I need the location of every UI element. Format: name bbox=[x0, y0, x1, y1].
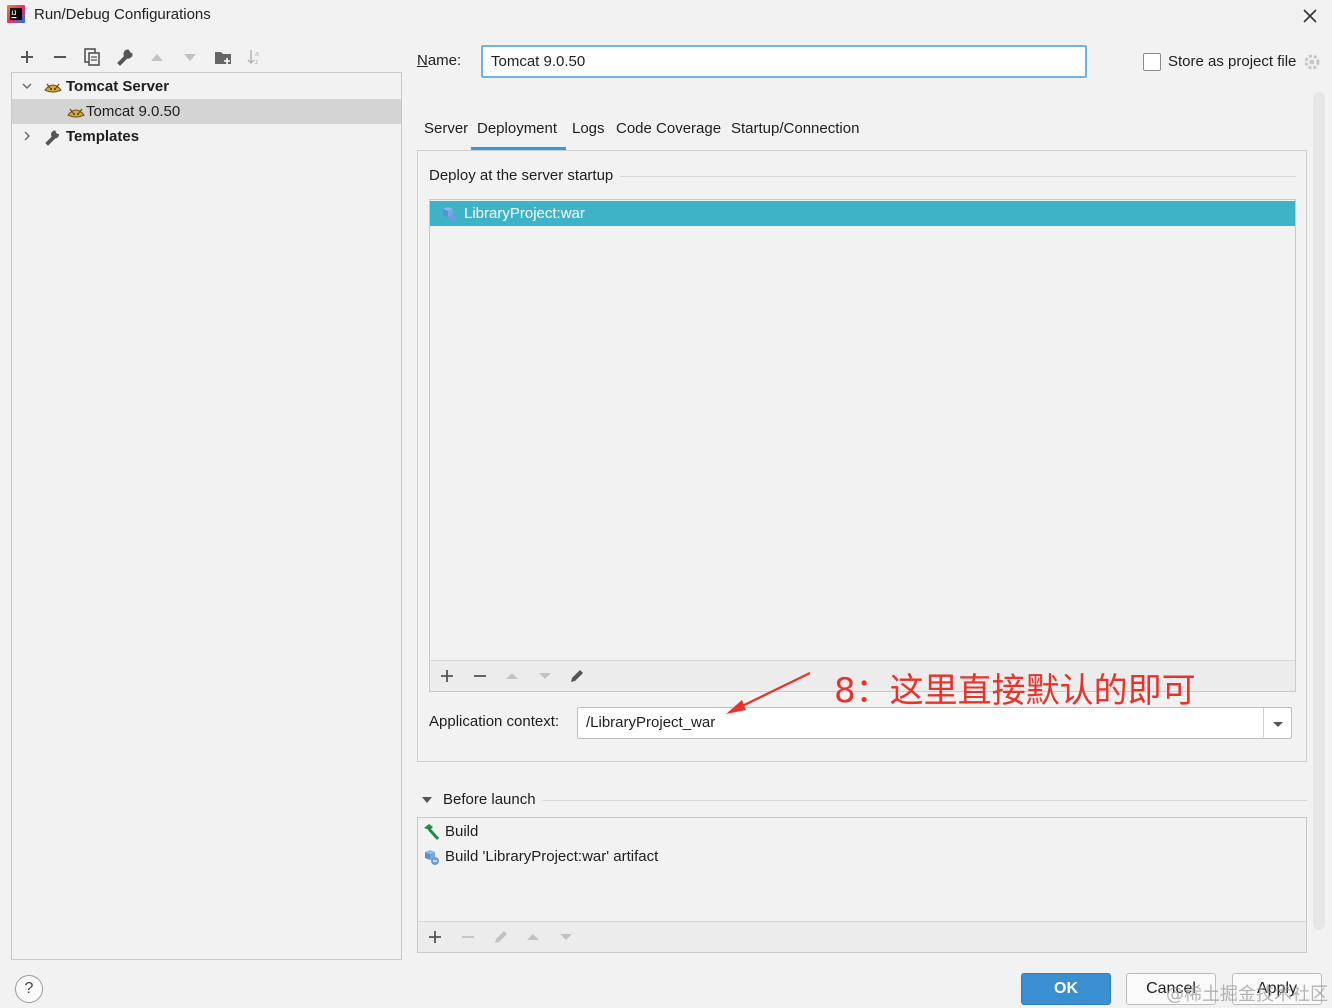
tab-startup-connection[interactable]: Startup/Connection bbox=[731, 120, 859, 137]
move-down-icon[interactable] bbox=[536, 667, 554, 685]
move-up-icon[interactable] bbox=[503, 667, 521, 685]
window-title: Run/Debug Configurations bbox=[34, 6, 211, 23]
deploy-artifact-label: LibraryProject:war bbox=[464, 205, 585, 222]
chevron-down-icon[interactable] bbox=[1270, 716, 1286, 732]
application-context-value: /LibraryProject_war bbox=[586, 714, 716, 731]
add-icon[interactable] bbox=[16, 46, 38, 68]
triangle-down-icon[interactable] bbox=[420, 793, 434, 807]
config-tree: Tomcat Server Tomcat 9.0.50 Templates bbox=[11, 72, 402, 960]
chevron-right-icon[interactable] bbox=[20, 129, 34, 147]
copy-icon[interactable] bbox=[81, 46, 103, 68]
chevron-down-icon[interactable] bbox=[20, 79, 34, 97]
before-launch-toolbar bbox=[417, 921, 1307, 953]
tab-logs[interactable]: Logs bbox=[572, 120, 605, 137]
separator bbox=[1263, 708, 1264, 738]
watermark: @稀土掘金技术社区 bbox=[1166, 984, 1328, 1005]
tab-code-coverage[interactable]: Code Coverage bbox=[616, 120, 721, 137]
remove-icon[interactable] bbox=[49, 46, 71, 68]
title-bar: IJ Run/Debug Configurations bbox=[0, 0, 1332, 32]
name-label: Name: bbox=[417, 52, 462, 69]
before-launch-item-label: Build bbox=[445, 823, 479, 840]
wrench-icon bbox=[43, 128, 61, 150]
close-icon[interactable] bbox=[1298, 4, 1322, 28]
store-as-project-file-checkbox[interactable] bbox=[1143, 53, 1161, 71]
tree-item-label: Tomcat 9.0.50 bbox=[86, 103, 181, 120]
tree-item-tomcat-server[interactable]: Tomcat Server bbox=[12, 74, 401, 99]
application-context-label: Application context: bbox=[429, 713, 560, 730]
edit-pencil-icon[interactable] bbox=[568, 667, 586, 685]
tab-server[interactable]: Server bbox=[424, 120, 468, 137]
sort-icon[interactable]: az bbox=[244, 46, 266, 68]
name-input[interactable] bbox=[481, 45, 1087, 78]
move-up-icon[interactable] bbox=[146, 46, 168, 68]
help-button[interactable]: ? bbox=[15, 975, 43, 1003]
tomcat-icon bbox=[66, 103, 86, 125]
tomcat-icon bbox=[43, 78, 63, 100]
before-launch-item-label: Build 'LibraryProject:war' artifact bbox=[445, 848, 659, 865]
deploy-artifact-list[interactable] bbox=[429, 199, 1296, 661]
name-label-rest: ame: bbox=[427, 52, 462, 69]
vertical-scrollbar[interactable] bbox=[1313, 92, 1325, 930]
tree-item-label: Tomcat Server bbox=[66, 78, 170, 95]
before-launch-item[interactable]: Build bbox=[418, 819, 1306, 844]
new-folder-icon[interactable] bbox=[212, 46, 234, 68]
annotation-arrow-icon bbox=[720, 670, 815, 718]
tree-item-templates[interactable]: Templates bbox=[12, 124, 401, 149]
before-launch-item[interactable]: Build 'LibraryProject:war' artifact bbox=[418, 844, 1306, 869]
remove-icon[interactable] bbox=[471, 667, 489, 685]
hammer-icon bbox=[421, 822, 441, 846]
before-launch-label[interactable]: Before launch bbox=[443, 791, 536, 808]
svg-text:z: z bbox=[255, 59, 259, 66]
separator bbox=[620, 176, 1296, 177]
move-down-icon[interactable] bbox=[179, 46, 201, 68]
move-up-icon[interactable] bbox=[524, 928, 542, 946]
store-as-project-file-label[interactable]: Store as project file bbox=[1168, 53, 1296, 70]
deploy-artifact-item[interactable]: LibraryProject:war bbox=[430, 201, 1295, 226]
wrench-icon[interactable] bbox=[114, 46, 136, 68]
separator bbox=[542, 800, 1307, 801]
ok-button[interactable]: OK bbox=[1021, 973, 1111, 1005]
intellij-app-icon: IJ bbox=[6, 4, 26, 24]
deploy-heading: Deploy at the server startup bbox=[429, 167, 614, 184]
svg-text:a: a bbox=[255, 51, 259, 58]
edit-pencil-icon[interactable] bbox=[492, 928, 510, 946]
add-icon[interactable] bbox=[426, 928, 444, 946]
add-icon[interactable] bbox=[438, 667, 456, 685]
remove-icon[interactable] bbox=[459, 928, 477, 946]
move-down-icon[interactable] bbox=[557, 928, 575, 946]
tree-item-label: Templates bbox=[66, 128, 140, 145]
tab-deployment[interactable]: Deployment bbox=[477, 120, 557, 137]
tree-item-tomcat-instance[interactable]: Tomcat 9.0.50 bbox=[12, 99, 401, 124]
artifact-icon bbox=[440, 205, 458, 227]
artifact-build-icon bbox=[421, 847, 441, 871]
gear-icon[interactable] bbox=[1302, 52, 1322, 72]
svg-text:IJ: IJ bbox=[12, 11, 17, 17]
annotation-text: 8：这里直接默认的即可 bbox=[834, 671, 1196, 711]
